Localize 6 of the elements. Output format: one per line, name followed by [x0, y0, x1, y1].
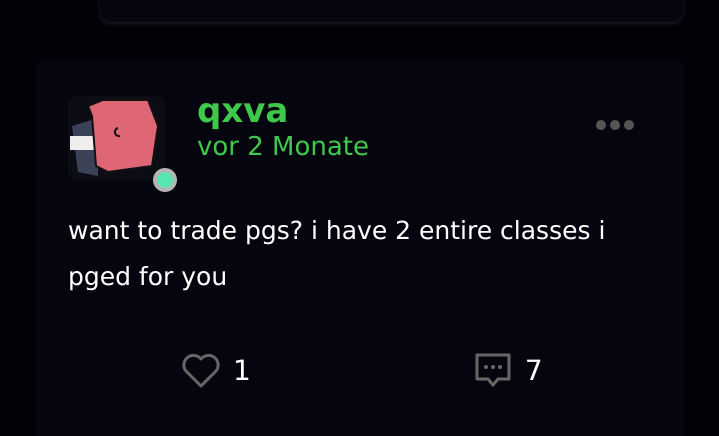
- post-text: want to trade pgs? i have 2 entire classes i pged for you: [68, 215, 606, 293]
- post-time: vor 2 Monate: [197, 131, 369, 164]
- like-button[interactable]: 1: [181, 350, 251, 392]
- comment-button[interactable]: 7: [472, 350, 543, 392]
- more-icon: [595, 118, 635, 131]
- author-name[interactable]: qxva: [197, 92, 369, 130]
